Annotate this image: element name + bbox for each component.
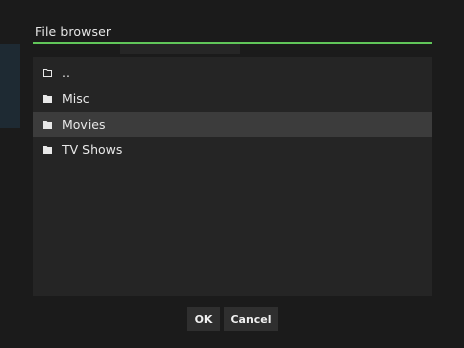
folder-icon	[43, 145, 52, 154]
header-underline	[33, 42, 432, 44]
list-item-label: ..	[62, 65, 70, 80]
cancel-button[interactable]: Cancel	[224, 307, 278, 331]
dialog-header: File browser	[33, 20, 432, 44]
list-item-tv-shows[interactable]: TV Shows	[33, 137, 432, 162]
list-item-label: TV Shows	[62, 142, 123, 157]
list-item-label: Movies	[62, 117, 106, 132]
list-item-label: Misc	[62, 91, 90, 106]
list-item-movies[interactable]: Movies	[33, 112, 432, 137]
list-item-parent-directory[interactable]: ..	[33, 60, 432, 85]
ok-button[interactable]: OK	[187, 307, 220, 331]
file-list[interactable]: .. Misc Movies TV Shows	[33, 57, 432, 296]
list-item-misc[interactable]: Misc	[33, 86, 432, 111]
background-panel	[0, 44, 20, 128]
file-browser-screen: File browser .. Misc Movies TV Shows OK …	[0, 0, 464, 348]
folder-icon	[43, 94, 52, 103]
dialog-buttons: OK Cancel	[0, 307, 464, 331]
dialog-title: File browser	[35, 24, 112, 39]
folder-icon	[43, 120, 52, 129]
background-strip	[120, 44, 240, 54]
folder-outline-icon	[43, 68, 52, 77]
